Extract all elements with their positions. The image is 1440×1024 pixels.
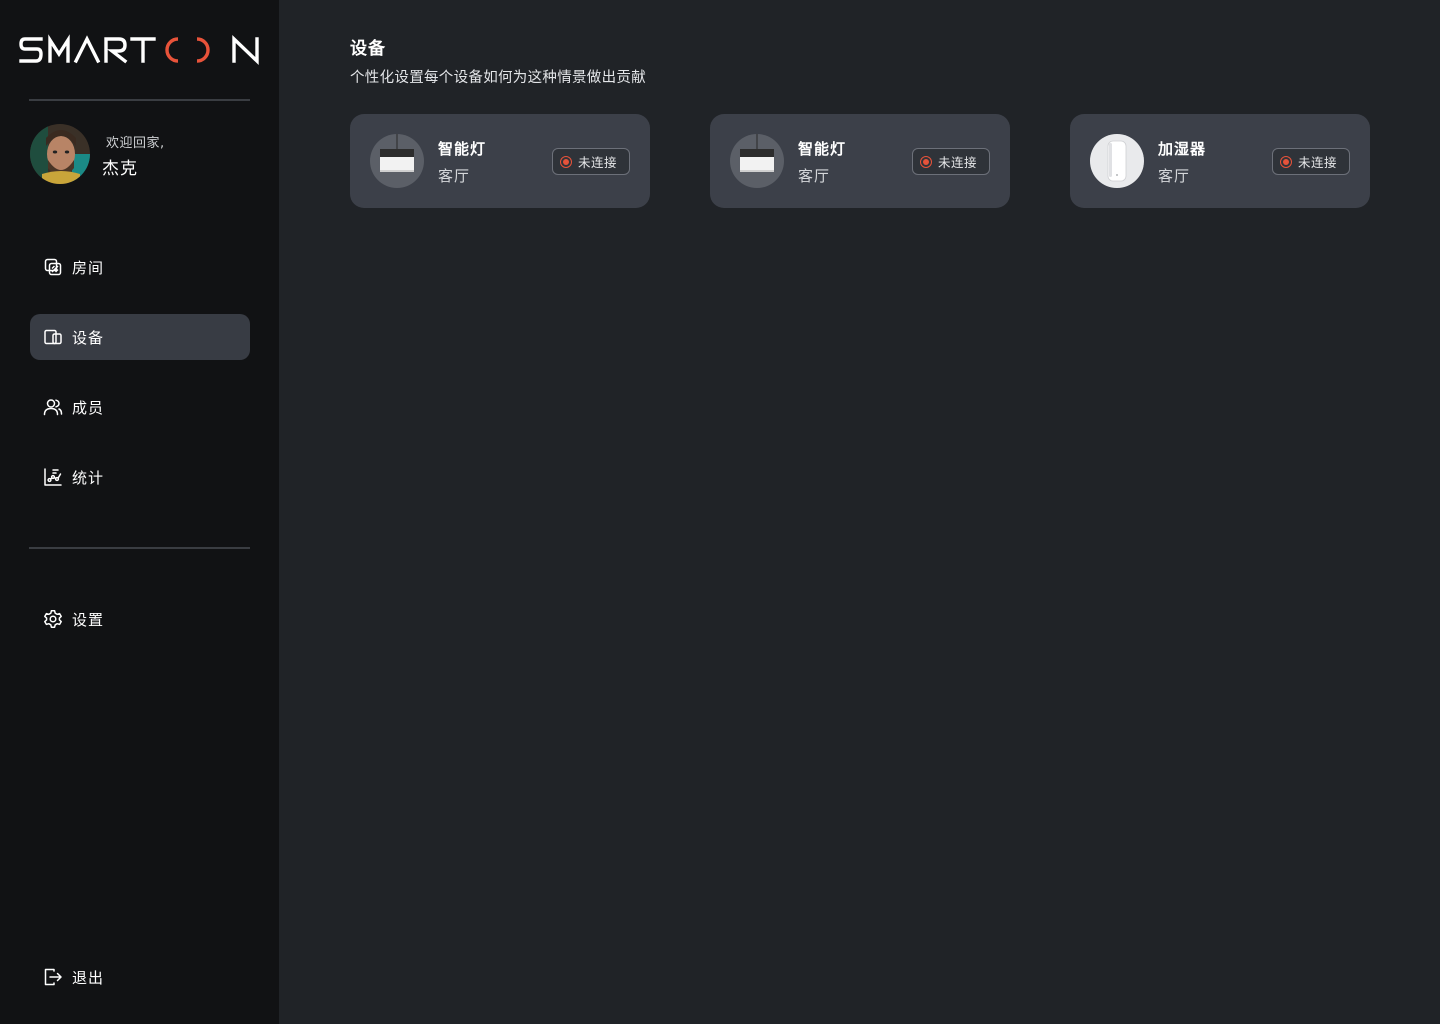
status-dot-icon [920,155,932,168]
pendant-lamp-image [730,134,784,188]
sidebar-item-settings[interactable]: 设置 [30,596,250,642]
smarton-logo [19,34,259,65]
status-badge[interactable]: 未连接 [552,148,630,175]
device-room: 客厅 [798,167,831,185]
sidebar-divider-bottom [29,547,250,549]
members-icon [43,397,63,417]
sidebar-item-label: 设置 [72,610,105,629]
sidebar-item-label: 统计 [72,468,105,487]
avatar [30,124,90,184]
device-card[interactable]: 加湿器 客厅 未连接 [1070,114,1370,208]
sidebar-item-label: 房间 [72,258,105,277]
page-title: 设备 [350,39,386,59]
sidebar-item-members[interactable]: 成员 [30,384,250,430]
device-name: 加湿器 [1158,140,1207,158]
sidebar-item-label: 设备 [72,328,105,347]
status-badge[interactable]: 未连接 [912,148,990,175]
sidebar-item-devices[interactable]: 设备 [30,314,250,360]
welcome-text: 欢迎回家, [106,136,165,151]
gear-icon [43,609,63,629]
sidebar-item-stats[interactable]: 统计 [30,454,250,500]
status-badge[interactable]: 未连接 [1272,148,1350,175]
status-text: 未连接 [578,155,618,170]
pendant-lamp-image [370,134,424,188]
device-card[interactable]: 智能灯 客厅 未连接 [350,114,650,208]
logout-icon [43,967,63,987]
device-room: 客厅 [1158,167,1191,185]
device-room: 客厅 [438,167,471,185]
sidebar-item-rooms[interactable]: 房间 [30,244,250,290]
rooms-icon [43,257,63,277]
logout-label: 退出 [72,968,105,987]
device-name: 智能灯 [798,140,847,158]
sidebar-item-label: 成员 [72,398,105,417]
device-card[interactable]: 智能灯 客厅 未连接 [710,114,1010,208]
status-dot-icon [1280,155,1292,168]
status-text: 未连接 [938,155,978,170]
status-text: 未连接 [1298,155,1338,170]
stats-icon [43,467,63,487]
sidebar: 欢迎回家, 杰克 房间 设备 成员 统计 设置 退出 [0,0,279,1024]
sidebar-divider-top [29,99,250,101]
page-subtitle: 个性化设置每个设备如何为这种情景做出贡献 [350,70,646,86]
device-name: 智能灯 [438,140,487,158]
devices-icon [43,327,63,347]
logout-button[interactable]: 退出 [30,954,250,1000]
humidifier-image [1090,134,1144,188]
status-dot-icon [560,155,572,168]
user-name: 杰克 [102,159,138,179]
